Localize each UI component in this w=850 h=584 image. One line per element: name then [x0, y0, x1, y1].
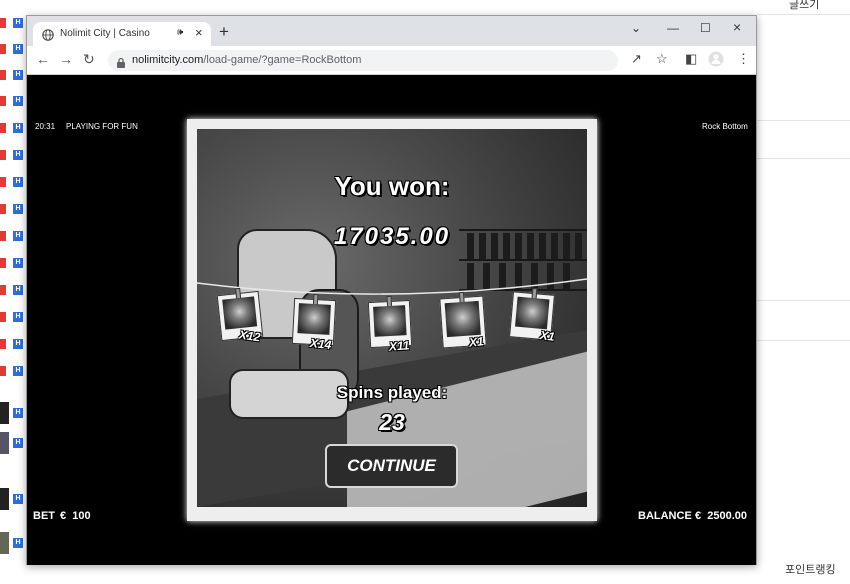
spins-played-value: 23: [379, 409, 405, 435]
forward-arrow-icon[interactable]: →: [59, 52, 73, 66]
url-text: nolimitcity.com/load-game/?game=RockBott…: [132, 54, 362, 66]
maximize-icon[interactable]: ☐: [700, 21, 711, 35]
profile-icon[interactable]: [708, 51, 724, 70]
list-item[interactable]: H: [0, 333, 26, 355]
lock-icon[interactable]: [116, 55, 126, 68]
list-item[interactable]: H: [0, 225, 26, 247]
spins-played-label: Spins played:: [336, 383, 448, 402]
browser-toolbar: ← → ↻ nolimitcity.com/load-game/?game=Ro…: [27, 46, 756, 75]
list-item[interactable]: H: [0, 306, 26, 328]
sidebar-icon[interactable]: ◧: [685, 52, 697, 66]
list-item[interactable]: H: [0, 90, 26, 112]
win-title: You won:: [334, 171, 450, 201]
share-icon[interactable]: ↗: [631, 52, 642, 66]
multiplier-label: X1: [539, 328, 556, 344]
continue-button[interactable]: CONTINUE: [325, 444, 458, 488]
list-item[interactable]: H: [0, 64, 26, 86]
speaker-icon[interactable]: 🕪: [177, 27, 183, 38]
list-item[interactable]: H: [0, 402, 26, 424]
multiplier-label: X12: [238, 327, 262, 345]
globe-icon: [42, 28, 54, 41]
close-icon[interactable]: ×: [195, 25, 203, 40]
play-mode-text: PLAYING FOR FUN: [66, 122, 138, 131]
close-icon[interactable]: ×: [733, 19, 741, 35]
write-post-link[interactable]: 글쓰기: [789, 0, 819, 12]
title-bar: Nolimit City | Casino 🕪 × + ⌄ — ☐ ×: [27, 16, 756, 46]
point-ranking-title: 포인트랭킹: [785, 564, 836, 576]
multiplier-label: X1: [468, 334, 485, 350]
chevron-down-icon[interactable]: ⌄: [631, 21, 641, 35]
minimize-icon[interactable]: —: [667, 21, 679, 35]
plus-icon[interactable]: +: [219, 23, 229, 40]
list-item[interactable]: H: [0, 432, 26, 454]
bet-label: BET: [33, 510, 55, 522]
win-popup-scene: X12 X14 X11 X1 X1 You won: 17035.00 Spin…: [197, 129, 587, 507]
game-name-text: Rock Bottom: [702, 122, 748, 131]
list-item[interactable]: H: [0, 171, 26, 193]
background-left-list: H H H H H H H H H H H H H H H H H H: [0, 0, 26, 584]
tab-title: Nolimit City | Casino: [60, 28, 150, 39]
list-item[interactable]: H: [0, 198, 26, 220]
list-item[interactable]: H: [0, 252, 26, 274]
background-bottom-strip: [0, 565, 757, 584]
back-arrow-icon[interactable]: ←: [36, 52, 50, 66]
address-bar[interactable]: nolimitcity.com/load-game/?game=RockBott…: [108, 50, 618, 71]
reload-icon[interactable]: ↻: [83, 52, 95, 66]
list-item[interactable]: H: [0, 144, 26, 166]
win-amount: 17035.00: [333, 223, 451, 250]
list-item[interactable]: H: [0, 117, 26, 139]
multiplier-label: X14: [309, 335, 333, 353]
list-item[interactable]: H: [0, 12, 26, 34]
browser-window: Nolimit City | Casino 🕪 × + ⌄ — ☐ × ← → …: [26, 15, 757, 565]
list-item[interactable]: H: [0, 360, 26, 382]
balance-value: € 2500.00: [695, 510, 747, 522]
more-menu-icon[interactable]: ⋮: [737, 52, 750, 66]
background-right-panel: 글쓰기 포인트랭킹: [757, 0, 850, 584]
clock-text: 20:31: [35, 122, 56, 131]
list-item[interactable]: H: [0, 532, 26, 554]
list-item[interactable]: H: [0, 488, 26, 510]
list-item[interactable]: H: [0, 279, 26, 301]
star-icon[interactable]: ☆: [656, 52, 668, 66]
balance-label: BALANCE: [638, 510, 692, 522]
list-item[interactable]: H: [0, 38, 26, 60]
bet-value: € 100: [60, 510, 91, 522]
game-viewport[interactable]: 20:31 PLAYING FOR FUN Rock Bottom BET € …: [27, 75, 756, 565]
multiplier-label: X11: [388, 338, 410, 354]
browser-tab[interactable]: Nolimit City | Casino 🕪 ×: [33, 22, 211, 46]
